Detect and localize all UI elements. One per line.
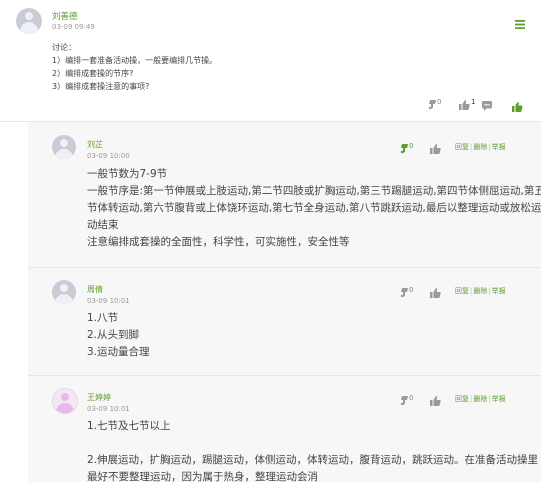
- reply-author-name[interactable]: 王婷婷: [87, 392, 111, 403]
- reply-line: 1.八节: [87, 312, 119, 324]
- post-question-1: 1）编排一套准备活动操，一般要编排几节操。: [52, 56, 218, 65]
- reply-author-avatar[interactable]: [52, 135, 76, 159]
- like-icon[interactable]: [430, 283, 441, 298]
- reply-text: 一般节数为7-9节 一般节序是:第一节伸展或上肢运动,第二节四肢或扩胸运动,第三…: [87, 166, 541, 251]
- reply-author-name[interactable]: 周倩: [87, 284, 103, 295]
- reply-time: 03-09 10:01: [87, 297, 130, 305]
- reply-line: 2.伸展运动，扩胸运动，踢腿运动，体侧运动，体转运动，腹背运动，跳跃运动。在准备…: [87, 454, 539, 466]
- post-author-avatar[interactable]: [16, 8, 42, 34]
- report-button[interactable]: 举报: [492, 143, 506, 151]
- reply-text: 1.八节 2.从头到脚 3.运动量合理: [87, 310, 532, 361]
- post-dislike-count: 0: [437, 98, 442, 106]
- reply-line: 节体转运动,第六节腹背或上体饶环运动,第七节全身运动,第八节跳跃运动,最后以整理…: [87, 202, 541, 214]
- post-question-2: 2）编排成套操的节序?: [52, 69, 134, 78]
- reply-dislike-count: 0: [409, 394, 414, 402]
- reply-author-avatar[interactable]: [52, 280, 76, 304]
- reply-time: 03-09 10:01: [87, 405, 130, 413]
- delete-button[interactable]: 删除: [473, 143, 487, 151]
- reply-line: 2.从头到脚: [87, 329, 140, 341]
- reply-line: 1.七节及七节以上: [87, 420, 171, 432]
- post-author-name[interactable]: 刘善德: [52, 10, 78, 22]
- reply-line: 注意编排成套操的全面性，科学性，可实施性，安全性等: [87, 236, 350, 248]
- reply-icon[interactable]: [512, 97, 523, 112]
- like-icon[interactable]: [430, 391, 441, 406]
- reply-time: 03-09 10:00: [87, 152, 130, 160]
- reply-author-avatar[interactable]: [52, 388, 78, 414]
- reply-line: 一般节序是:第一节伸展或上肢运动,第二节四肢或扩胸运动,第三节踢腿运动,第四节体…: [87, 185, 541, 197]
- delete-button[interactable]: 删除: [473, 395, 487, 403]
- like-icon[interactable]: [430, 139, 441, 154]
- reply-dislike-count: 0: [409, 286, 414, 294]
- menu-icon[interactable]: [515, 14, 525, 29]
- post-like-count: 1: [471, 98, 476, 106]
- reply-actions: 回复|删除|举报: [455, 394, 506, 404]
- reply-line: 最好不要整理运动，因为属于热身，整理运动会消: [87, 471, 318, 483]
- reply-divider: [28, 375, 541, 376]
- reply-line: [87, 435, 532, 452]
- reply-button[interactable]: 回复: [455, 395, 469, 403]
- reply-divider: [28, 267, 541, 268]
- reply-button[interactable]: 回复: [455, 143, 469, 151]
- reply-actions: 回复|删除|举报: [455, 142, 506, 152]
- post-heading: 讨论：: [52, 43, 76, 52]
- reply-line: 动结束: [87, 219, 119, 231]
- report-button[interactable]: 举报: [492, 395, 506, 403]
- reply-text: 1.七节及七节以上 2.伸展运动，扩胸运动，踢腿运动，体侧运动，体转运动，腹背运…: [87, 418, 539, 486]
- reply-line: 一般节数为7-9节: [87, 168, 168, 180]
- post-time: 03-09 09:49: [52, 23, 95, 31]
- reply-author-name[interactable]: 刘芷: [87, 139, 103, 150]
- report-button[interactable]: 举报: [492, 287, 506, 295]
- reply-dislike-count: 0: [409, 142, 414, 150]
- post-question-3: 3）编排成套操注意的事项?: [52, 82, 150, 91]
- comment-icon[interactable]: [482, 96, 492, 111]
- delete-button[interactable]: 删除: [473, 287, 487, 295]
- reply-actions: 回复|删除|举报: [455, 286, 506, 296]
- reply-line: 3.运动量合理: [87, 346, 150, 358]
- reply-button[interactable]: 回复: [455, 287, 469, 295]
- like-icon[interactable]: [459, 95, 470, 110]
